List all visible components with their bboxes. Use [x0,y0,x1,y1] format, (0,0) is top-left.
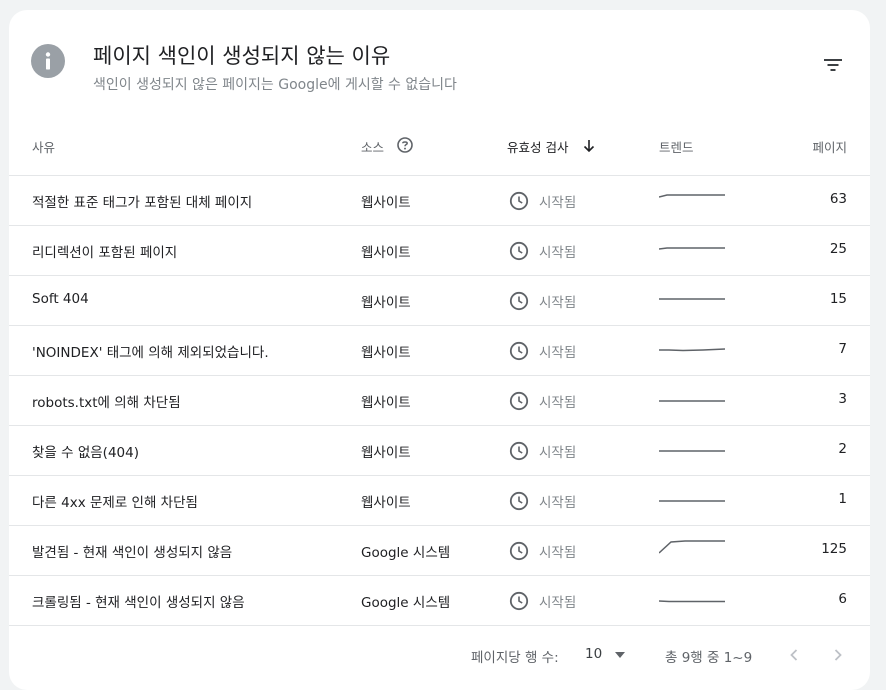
column-header-source[interactable]: 소스 [361,137,384,156]
arrow-down-icon[interactable] [581,138,597,154]
column-header-validation[interactable]: 유효성 검사 [507,137,568,156]
validation-status: 시작됨 [539,595,577,611]
column-header-trend: 트렌드 [659,140,694,155]
trend-sparkline [659,450,725,452]
table-row[interactable]: Soft 404 웹사이트 시작됨 15 [9,275,870,326]
source-cell: 웹사이트 [361,445,411,461]
validation-status: 시작됨 [539,395,577,411]
table-row[interactable]: 발견됨 - 현재 색인이 생성되지 않음 Google 시스템 시작됨 125 [9,525,870,576]
source-cell: 웹사이트 [361,195,411,211]
pages-count-cell: 1 [838,491,847,507]
clock-icon [509,441,529,461]
validation-status: 시작됨 [539,195,577,211]
reason-cell: 'NOINDEX' 태그에 의해 제외되었습니다. [32,345,269,361]
source-cell: 웹사이트 [361,245,411,261]
pages-count-cell: 2 [838,441,847,457]
pages-count-cell: 25 [829,241,847,257]
trend-sparkline [659,400,725,402]
table-row[interactable]: 다른 4xx 문제로 인해 차단됨 웹사이트 시작됨 1 [9,475,870,526]
validation-status: 시작됨 [539,445,577,461]
clock-icon [509,391,529,411]
validation-status: 시작됨 [539,495,577,511]
clock-icon [509,241,529,261]
pages-count-cell: 7 [838,341,847,357]
validation-status: 시작됨 [539,295,577,311]
rows-per-page-select[interactable]: 10 [585,646,602,662]
chevron-right-icon[interactable] [827,644,849,666]
reason-cell: 리디렉션이 포함된 페이지 [32,245,178,261]
table-row[interactable]: robots.txt에 의해 차단됨 웹사이트 시작됨 3 [9,375,870,426]
reason-cell: Soft 404 [32,291,89,307]
table-row[interactable]: 'NOINDEX' 태그에 의해 제외되었습니다. 웹사이트 시작됨 7 [9,325,870,376]
clock-icon [509,491,529,511]
trend-sparkline [659,500,725,502]
clock-icon [509,591,529,611]
table-row[interactable]: 리디렉션이 포함된 페이지 웹사이트 시작됨 25 [9,225,870,276]
pages-count-cell: 63 [829,191,847,207]
trend-sparkline [659,540,725,554]
pages-count-cell: 3 [838,391,847,407]
pages-count-cell: 15 [829,291,847,307]
pages-count-cell: 6 [838,591,847,607]
table-row[interactable]: 적절한 표준 태그가 포함된 대체 페이지 웹사이트 시작됨 63 [9,175,870,226]
trend-sparkline [659,298,725,300]
pages-count-cell: 125 [821,541,847,557]
caret-down-icon[interactable] [612,649,628,661]
validation-status: 시작됨 [539,545,577,561]
clock-icon [509,341,529,361]
clock-icon [509,541,529,561]
validation-status: 시작됨 [539,245,577,261]
source-cell: 웹사이트 [361,495,411,511]
card-title: 페이지 색인이 생성되지 않는 이유 [93,44,391,68]
non-indexed-reasons-card: 페이지 색인이 생성되지 않는 이유 색인이 생성되지 않은 페이지는 Goog… [9,10,870,690]
rows-per-page-label: 페이지당 행 수: [471,650,559,666]
source-cell: 웹사이트 [361,395,411,411]
reason-cell: 적절한 표준 태그가 포함된 대체 페이지 [32,195,253,211]
card-subtitle: 색인이 생성되지 않은 페이지는 Google에 게시할 수 없습니다 [93,77,457,93]
source-cell: Google 시스템 [361,545,451,561]
pagination-range: 총 9행 중 1~9 [665,650,753,666]
help-icon[interactable] [396,136,414,154]
reason-cell: 크롤링됨 - 현재 색인이 생성되지 않음 [32,595,245,611]
source-cell: 웹사이트 [361,345,411,361]
source-cell: Google 시스템 [361,595,451,611]
filter-icon[interactable] [820,54,846,76]
trend-sparkline [659,247,725,250]
source-cell: 웹사이트 [361,295,411,311]
column-header-pages[interactable]: 페이지 [812,137,847,156]
reason-cell: 다른 4xx 문제로 인해 차단됨 [32,495,198,511]
info-icon [31,44,65,78]
table-row[interactable]: 크롤링됨 - 현재 색인이 생성되지 않음 Google 시스템 시작됨 6 [9,575,870,626]
footer-divider [9,625,870,626]
validation-status: 시작됨 [539,345,577,361]
trend-sparkline [659,600,725,603]
clock-icon [509,291,529,311]
reason-cell: 찾을 수 없음(404) [32,445,139,461]
trend-sparkline [659,194,725,198]
trend-sparkline [659,348,725,352]
column-header-reason[interactable]: 사유 [32,137,55,156]
table-row[interactable]: 찾을 수 없음(404) 웹사이트 시작됨 2 [9,425,870,476]
chevron-left-icon[interactable] [783,644,805,666]
reason-cell: 발견됨 - 현재 색인이 생성되지 않음 [32,545,233,561]
clock-icon [509,191,529,211]
reason-cell: robots.txt에 의해 차단됨 [32,395,181,411]
